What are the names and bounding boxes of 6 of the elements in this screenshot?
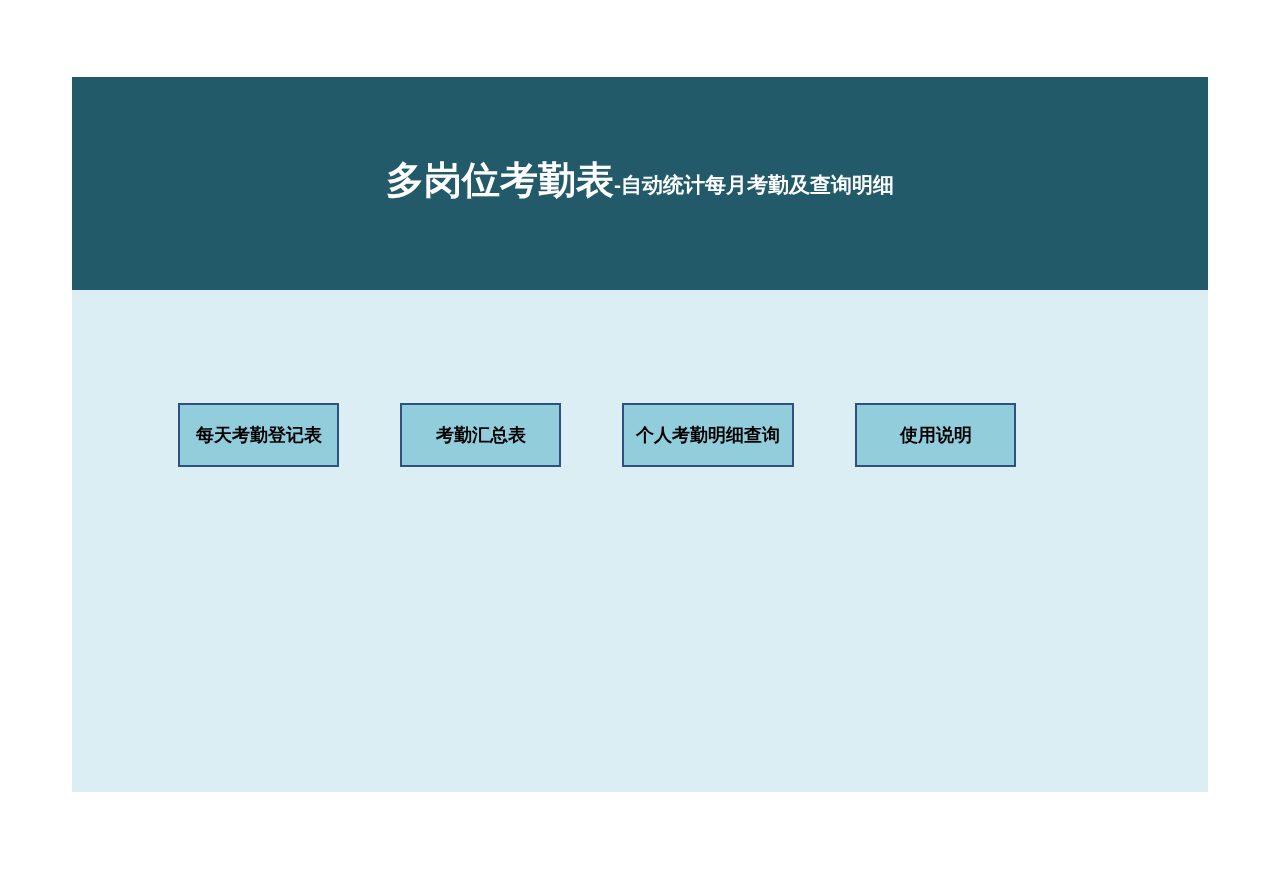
nav-button[interactable]: 个人考勤明细查询 bbox=[622, 403, 794, 467]
nav-button[interactable]: 使用说明 bbox=[855, 403, 1016, 467]
page-subtitle: -自动统计每月考勤及查询明细 bbox=[614, 172, 894, 196]
page-title: 多岗位考勤表 bbox=[386, 157, 614, 203]
nav-button[interactable]: 每天考勤登记表 bbox=[178, 403, 339, 467]
nav-button[interactable]: 考勤汇总表 bbox=[400, 403, 561, 467]
